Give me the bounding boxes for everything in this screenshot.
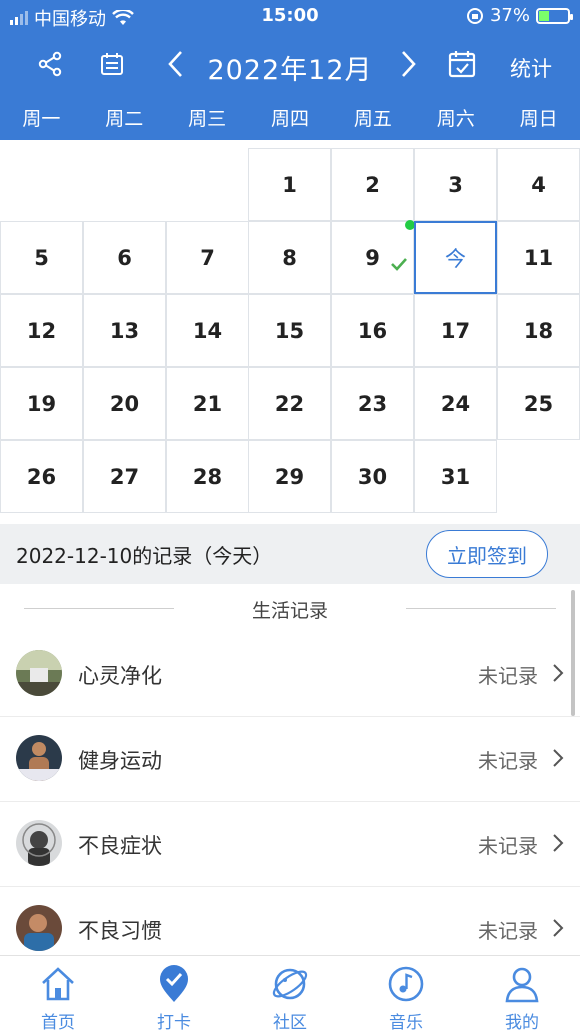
month-title: 2022年12月 xyxy=(207,55,373,86)
item-name: 不良症状 xyxy=(78,834,162,858)
day-cell[interactable]: 25 xyxy=(497,367,580,440)
day-cell[interactable]: 5 xyxy=(0,221,83,294)
next-month-button[interactable] xyxy=(390,46,426,82)
profile-icon xyxy=(505,967,539,1003)
tab-label: 我的 xyxy=(505,1013,539,1033)
tab-label: 首页 xyxy=(41,1013,75,1033)
weekday-label: 周日 xyxy=(519,108,558,130)
day-cell[interactable]: 27 xyxy=(83,440,166,513)
day-cell[interactable]: 2 xyxy=(331,148,414,221)
chevron-right-icon xyxy=(553,749,564,767)
status-bar: 中国移动 15:00 37% xyxy=(0,0,580,32)
day-cell[interactable]: 14 xyxy=(166,294,249,367)
day-cell[interactable]: 7 xyxy=(166,221,249,294)
weekday-label: 周三 xyxy=(188,108,227,130)
day-cell[interactable]: 8 xyxy=(248,221,331,294)
music-icon xyxy=(388,966,424,1002)
day-cell[interactable]: 4 xyxy=(497,148,580,221)
section-title: 生活记录 xyxy=(0,596,580,622)
life-record-list: 心灵净化 未记录 健身运动 未记录 不良症状 未记录 不良习惯 未记录 xyxy=(0,632,580,972)
community-icon xyxy=(272,968,308,1000)
tab-label: 社区 xyxy=(273,1013,307,1033)
weekday-label: 周四 xyxy=(271,108,310,130)
battery-icon xyxy=(536,7,573,24)
day-cell[interactable]: 24 xyxy=(414,367,497,440)
item-status: 未记录 xyxy=(478,834,538,858)
battery-percent: 37% xyxy=(489,5,530,26)
day-cell-today[interactable]: 今 xyxy=(414,221,497,294)
checkmark-icon xyxy=(391,258,407,271)
day-cell-checked[interactable]: 9 xyxy=(331,220,415,294)
day-cell[interactable]: 1 xyxy=(248,148,331,221)
item-status: 未记录 xyxy=(478,919,538,943)
day-cell[interactable]: 30 xyxy=(331,440,414,513)
record-date-title: 2022-12-10的记录（今天） xyxy=(16,544,273,568)
scrollbar[interactable] xyxy=(571,590,575,716)
weekday-label: 周六 xyxy=(436,108,475,130)
item-status: 未记录 xyxy=(478,749,538,773)
day-number: 9 xyxy=(365,245,380,270)
tab-home[interactable]: 首页 xyxy=(0,956,116,1033)
day-cell[interactable]: 20 xyxy=(83,367,166,440)
tab-label: 打卡 xyxy=(157,1013,191,1033)
day-cell[interactable]: 28 xyxy=(166,440,249,513)
chevron-right-icon xyxy=(553,919,564,937)
home-icon xyxy=(42,967,74,1001)
day-cell[interactable]: 26 xyxy=(0,440,83,513)
day-cell[interactable]: 22 xyxy=(248,367,331,440)
avatar xyxy=(16,735,62,781)
day-cell[interactable]: 3 xyxy=(414,148,497,221)
avatar xyxy=(16,905,62,951)
day-cell[interactable]: 15 xyxy=(248,294,331,367)
bottom-tab-bar: 首页 打卡 社区 音乐 我的 xyxy=(0,955,580,1033)
item-status: 未记录 xyxy=(478,664,538,688)
day-cell[interactable]: 29 xyxy=(248,440,331,513)
avatar xyxy=(16,820,62,866)
stats-button[interactable]: 统计 xyxy=(510,53,552,83)
tab-music[interactable]: 音乐 xyxy=(348,956,464,1033)
sign-in-button[interactable]: 立即签到 xyxy=(426,530,548,578)
list-item[interactable]: 不良症状 未记录 xyxy=(0,802,580,887)
day-cell[interactable]: 6 xyxy=(83,221,166,294)
item-name: 不良习惯 xyxy=(78,919,162,943)
day-cell[interactable]: 13 xyxy=(83,294,166,367)
tab-profile[interactable]: 我的 xyxy=(464,956,580,1033)
checkin-icon xyxy=(160,965,188,1002)
day-cell[interactable]: 17 xyxy=(414,294,497,367)
calendar-grid: 1 2 3 4 5 6 7 8 9 今 11 12 13 14 15 16 17… xyxy=(0,148,580,513)
day-cell[interactable]: 19 xyxy=(0,367,83,440)
calendar-header: 2022年12月 统计 周一 周二 周三 周四 周五 周六 周日 xyxy=(0,32,580,140)
avatar xyxy=(16,650,62,696)
weekday-row: 周一 周二 周三 周四 周五 周六 周日 xyxy=(0,98,580,140)
day-cell[interactable]: 16 xyxy=(331,294,414,367)
tab-checkin[interactable]: 打卡 xyxy=(116,956,232,1033)
day-cell[interactable]: 31 xyxy=(414,440,497,513)
item-name: 心灵净化 xyxy=(78,664,162,688)
day-cell[interactable]: 12 xyxy=(0,294,83,367)
item-name: 健身运动 xyxy=(78,749,162,773)
chevron-right-icon xyxy=(553,664,564,682)
day-cell[interactable]: 21 xyxy=(166,367,249,440)
weekday-label: 周一 xyxy=(22,108,61,130)
day-cell[interactable]: 18 xyxy=(497,294,580,367)
record-bar: 2022-12-10的记录（今天） 立即签到 xyxy=(0,524,580,584)
rotation-lock-icon xyxy=(466,7,483,24)
tab-label: 音乐 xyxy=(389,1013,423,1033)
day-cell[interactable]: 23 xyxy=(331,367,414,440)
chevron-right-icon xyxy=(553,834,564,852)
weekday-label: 周五 xyxy=(353,108,392,130)
day-cell[interactable]: 11 xyxy=(497,221,580,294)
list-item[interactable]: 健身运动 未记录 xyxy=(0,717,580,802)
weekday-label: 周二 xyxy=(105,108,144,130)
today-calendar-icon[interactable] xyxy=(444,46,480,82)
tab-community[interactable]: 社区 xyxy=(232,956,348,1033)
list-item[interactable]: 心灵净化 未记录 xyxy=(0,632,580,717)
